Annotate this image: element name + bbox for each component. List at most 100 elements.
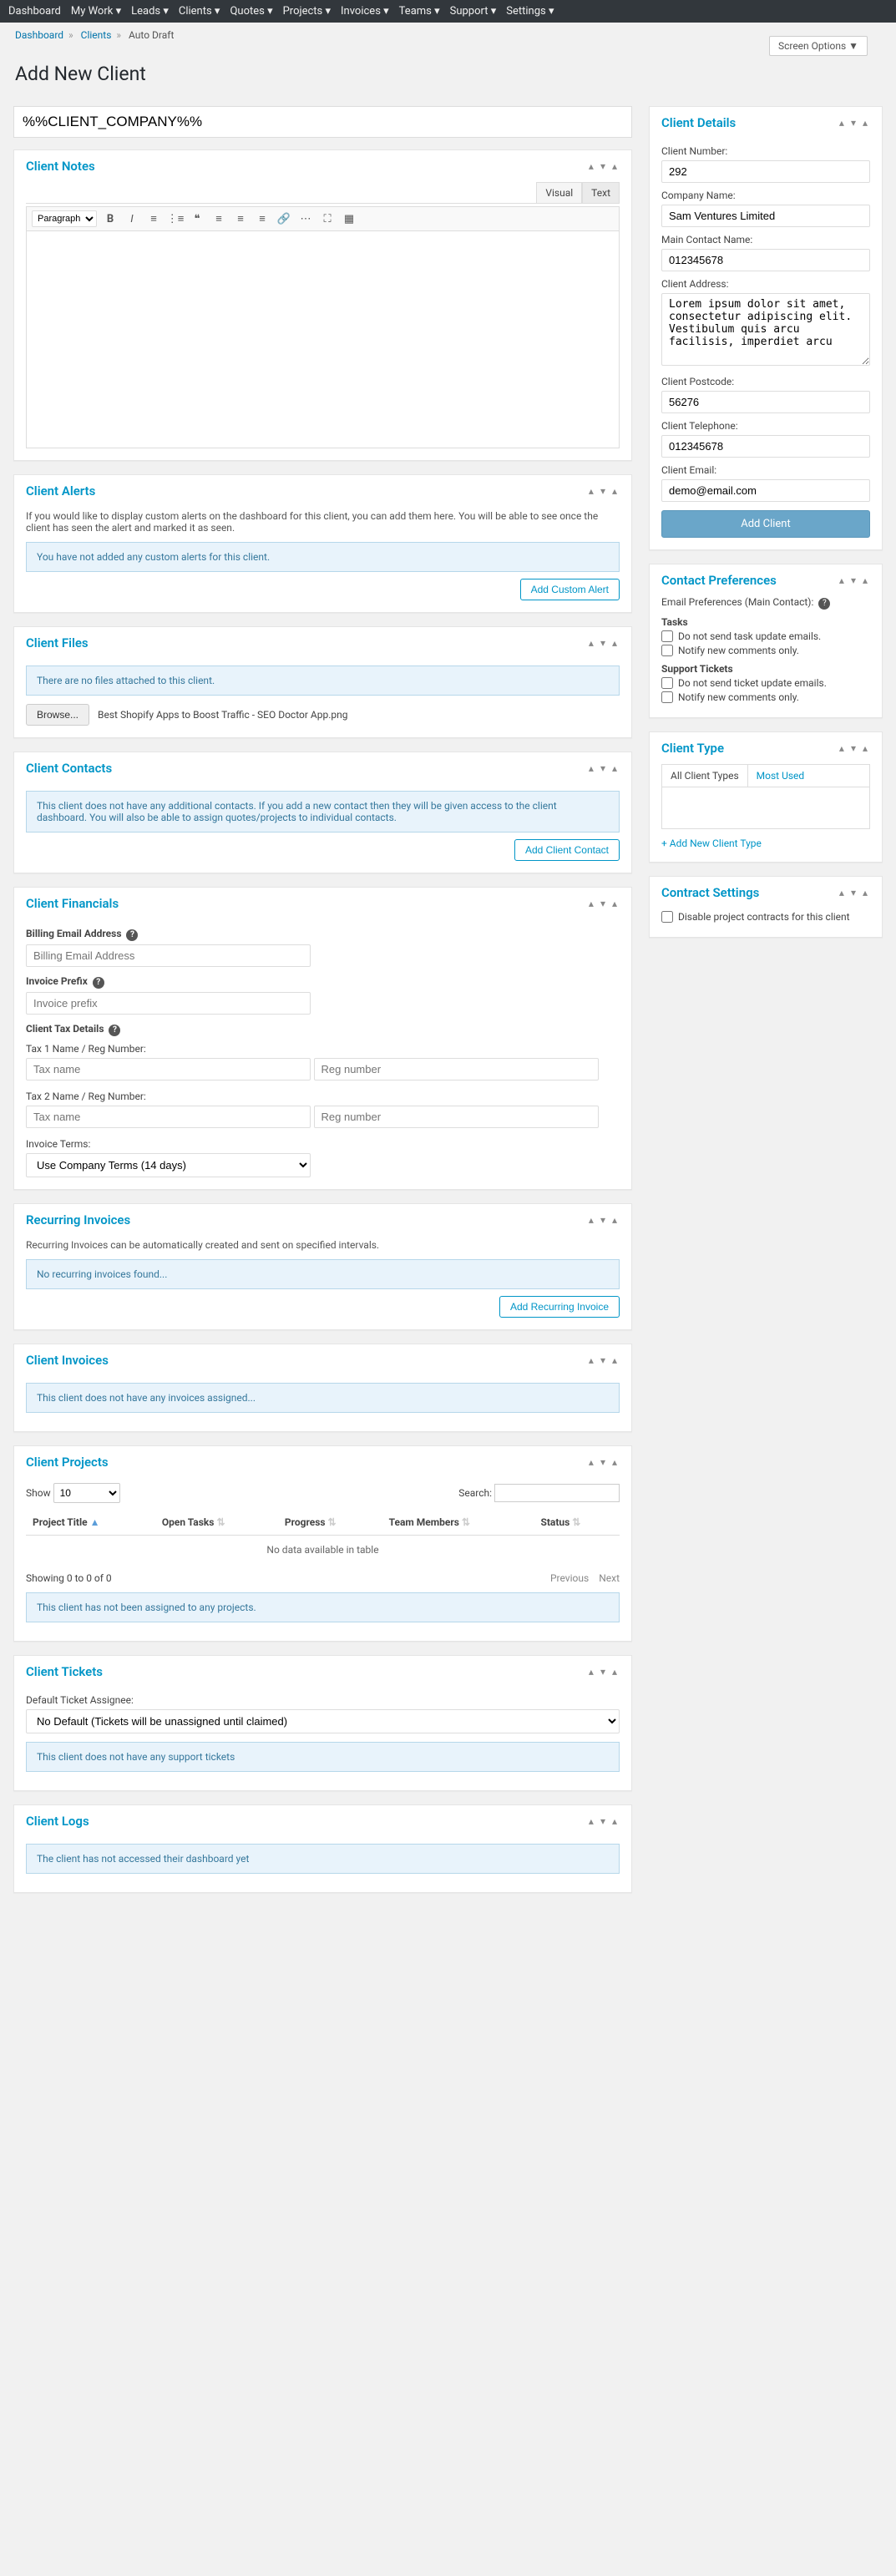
fullscreen-icon[interactable]: ⛶ bbox=[319, 210, 336, 227]
browse-button[interactable]: Browse... bbox=[26, 704, 89, 726]
type-list bbox=[661, 787, 870, 829]
panel-toggle[interactable]: ▴▾▴ bbox=[837, 887, 870, 898]
panel-toggle[interactable]: ▴▾▴ bbox=[586, 1354, 620, 1366]
tab-text[interactable]: Text bbox=[582, 182, 620, 203]
nav-support[interactable]: Support ▾ bbox=[450, 5, 497, 18]
client-title-input[interactable] bbox=[13, 106, 632, 138]
panel-toggle[interactable]: ▴▾▴ bbox=[837, 742, 870, 754]
help-icon[interactable]: ? bbox=[126, 929, 138, 941]
panel-toggle[interactable]: ▴▾▴ bbox=[586, 1456, 620, 1468]
tax1-name-input[interactable] bbox=[26, 1058, 311, 1081]
table-info: Showing 0 to 0 of 0 bbox=[26, 1572, 112, 1584]
col-status[interactable]: Status ⇅ bbox=[534, 1510, 620, 1536]
panel-toggle[interactable]: ▴▾▴ bbox=[586, 637, 620, 649]
panel-toggle[interactable]: ▴▾▴ bbox=[586, 762, 620, 774]
panel-toggle[interactable]: ▴▾▴ bbox=[586, 1214, 620, 1226]
quote-icon[interactable]: ❝ bbox=[189, 210, 205, 227]
nav-quotes[interactable]: Quotes ▾ bbox=[230, 5, 272, 18]
nav-projects[interactable]: Projects ▾ bbox=[283, 5, 331, 18]
nav-mywork[interactable]: My Work ▾ bbox=[71, 5, 121, 18]
nav-settings[interactable]: Settings ▾ bbox=[506, 5, 554, 18]
panel-toggle[interactable]: ▴▾▴ bbox=[837, 117, 870, 129]
details-heading: Client Details bbox=[661, 115, 736, 130]
more-icon[interactable]: ⋯ bbox=[297, 210, 314, 227]
panel-toggle[interactable]: ▴▾▴ bbox=[837, 574, 870, 586]
invoice-terms-select[interactable]: Use Company Terms (14 days) bbox=[26, 1153, 311, 1177]
chk-ticket-update[interactable] bbox=[661, 677, 673, 689]
postcode-input[interactable] bbox=[661, 391, 870, 413]
align-center-icon[interactable]: ≡ bbox=[232, 210, 249, 227]
editor-area[interactable] bbox=[26, 231, 620, 448]
panel-toggle[interactable]: ▴▾▴ bbox=[586, 1815, 620, 1827]
notes-heading: Client Notes bbox=[26, 159, 95, 174]
email-input[interactable] bbox=[661, 479, 870, 502]
tax1-reg-input[interactable] bbox=[314, 1058, 599, 1081]
para-select[interactable]: Paragraph bbox=[32, 210, 97, 227]
tab-most-used[interactable]: Most Used bbox=[748, 765, 813, 787]
billing-email-input[interactable] bbox=[26, 944, 311, 967]
cset-heading: Contract Settings bbox=[661, 885, 759, 900]
tab-visual[interactable]: Visual bbox=[536, 182, 582, 203]
add-recurring-button[interactable]: Add Recurring Invoice bbox=[499, 1296, 620, 1318]
bc-clients[interactable]: Clients bbox=[81, 29, 112, 41]
help-icon[interactable]: ? bbox=[818, 598, 830, 610]
chk-ticket-comments[interactable] bbox=[661, 691, 673, 703]
panel-toggle[interactable]: ▴▾▴ bbox=[586, 898, 620, 909]
sort-icon: ▲ bbox=[90, 1516, 100, 1528]
bc-dashboard[interactable]: Dashboard bbox=[15, 29, 63, 41]
next-button[interactable]: Next bbox=[599, 1572, 620, 1584]
toolbar-toggle-icon[interactable]: ▦ bbox=[341, 210, 357, 227]
logs-heading: Client Logs bbox=[26, 1814, 89, 1829]
tax2-name-input[interactable] bbox=[26, 1106, 311, 1128]
show-select[interactable]: 10 bbox=[53, 1483, 120, 1503]
main-contact-input[interactable] bbox=[661, 249, 870, 271]
prev-button[interactable]: Previous bbox=[550, 1572, 589, 1584]
ol-icon[interactable]: ⋮≡ bbox=[167, 210, 184, 227]
files-empty: There are no files attached to this clie… bbox=[26, 666, 620, 696]
add-client-button[interactable]: Add Client bbox=[661, 510, 870, 538]
bold-icon[interactable]: B bbox=[102, 210, 119, 227]
add-type-link[interactable]: + Add New Client Type bbox=[661, 838, 762, 849]
client-number-input[interactable] bbox=[661, 160, 870, 183]
col-tasks[interactable]: Open Tasks ⇅ bbox=[155, 1510, 278, 1536]
align-left-icon[interactable]: ≡ bbox=[210, 210, 227, 227]
projects-table: Project Title ▲ Open Tasks ⇅ Progress ⇅ … bbox=[26, 1510, 620, 1564]
company-name-input[interactable] bbox=[661, 205, 870, 227]
nav-invoices[interactable]: Invoices ▾ bbox=[341, 5, 389, 18]
no-data: No data available in table bbox=[26, 1536, 620, 1565]
panel-toggle[interactable]: ▴▾▴ bbox=[586, 160, 620, 172]
col-progress[interactable]: Progress ⇅ bbox=[278, 1510, 382, 1536]
rec-desc: Recurring Invoices can be automatically … bbox=[26, 1239, 620, 1251]
tax2-reg-input[interactable] bbox=[314, 1106, 599, 1128]
align-right-icon[interactable]: ≡ bbox=[254, 210, 271, 227]
ul-icon[interactable]: ≡ bbox=[145, 210, 162, 227]
link-icon[interactable]: 🔗 bbox=[276, 210, 292, 227]
help-icon[interactable]: ? bbox=[109, 1025, 120, 1036]
proj-heading: Client Projects bbox=[26, 1455, 109, 1470]
nav-clients[interactable]: Clients ▾ bbox=[179, 5, 220, 18]
contacts-heading: Client Contacts bbox=[26, 761, 112, 776]
chk-disable-contracts[interactable] bbox=[661, 911, 673, 923]
file-name: Best Shopify Apps to Boost Traffic - SEO… bbox=[98, 709, 347, 721]
search-input[interactable] bbox=[494, 1484, 620, 1502]
nav-leads[interactable]: Leads ▾ bbox=[131, 5, 169, 18]
col-title[interactable]: Project Title ▲ bbox=[26, 1510, 155, 1536]
invoice-prefix-input[interactable] bbox=[26, 992, 311, 1015]
telephone-input[interactable] bbox=[661, 435, 870, 458]
add-alert-button[interactable]: Add Custom Alert bbox=[520, 579, 620, 600]
help-icon[interactable]: ? bbox=[93, 977, 104, 989]
nav-dashboard[interactable]: Dashboard bbox=[8, 5, 61, 18]
panel-toggle[interactable]: ▴▾▴ bbox=[586, 1666, 620, 1678]
add-contact-button[interactable]: Add Client Contact bbox=[514, 839, 620, 861]
col-team[interactable]: Team Members ⇅ bbox=[382, 1510, 534, 1536]
chk-task-comments[interactable] bbox=[661, 645, 673, 656]
assignee-select[interactable]: No Default (Tickets will be unassigned u… bbox=[26, 1709, 620, 1733]
tab-all-types[interactable]: All Client Types bbox=[662, 765, 748, 787]
screen-options[interactable]: Screen Options ▼ bbox=[769, 36, 868, 56]
panel-toggle[interactable]: ▴▾▴ bbox=[586, 485, 620, 497]
chk-task-update[interactable] bbox=[661, 630, 673, 642]
contacts-empty: This client does not have any additional… bbox=[26, 791, 620, 833]
address-input[interactable]: Lorem ipsum dolor sit amet, consectetur … bbox=[661, 293, 870, 366]
nav-teams[interactable]: Teams ▾ bbox=[399, 5, 440, 18]
italic-icon[interactable]: I bbox=[124, 210, 140, 227]
